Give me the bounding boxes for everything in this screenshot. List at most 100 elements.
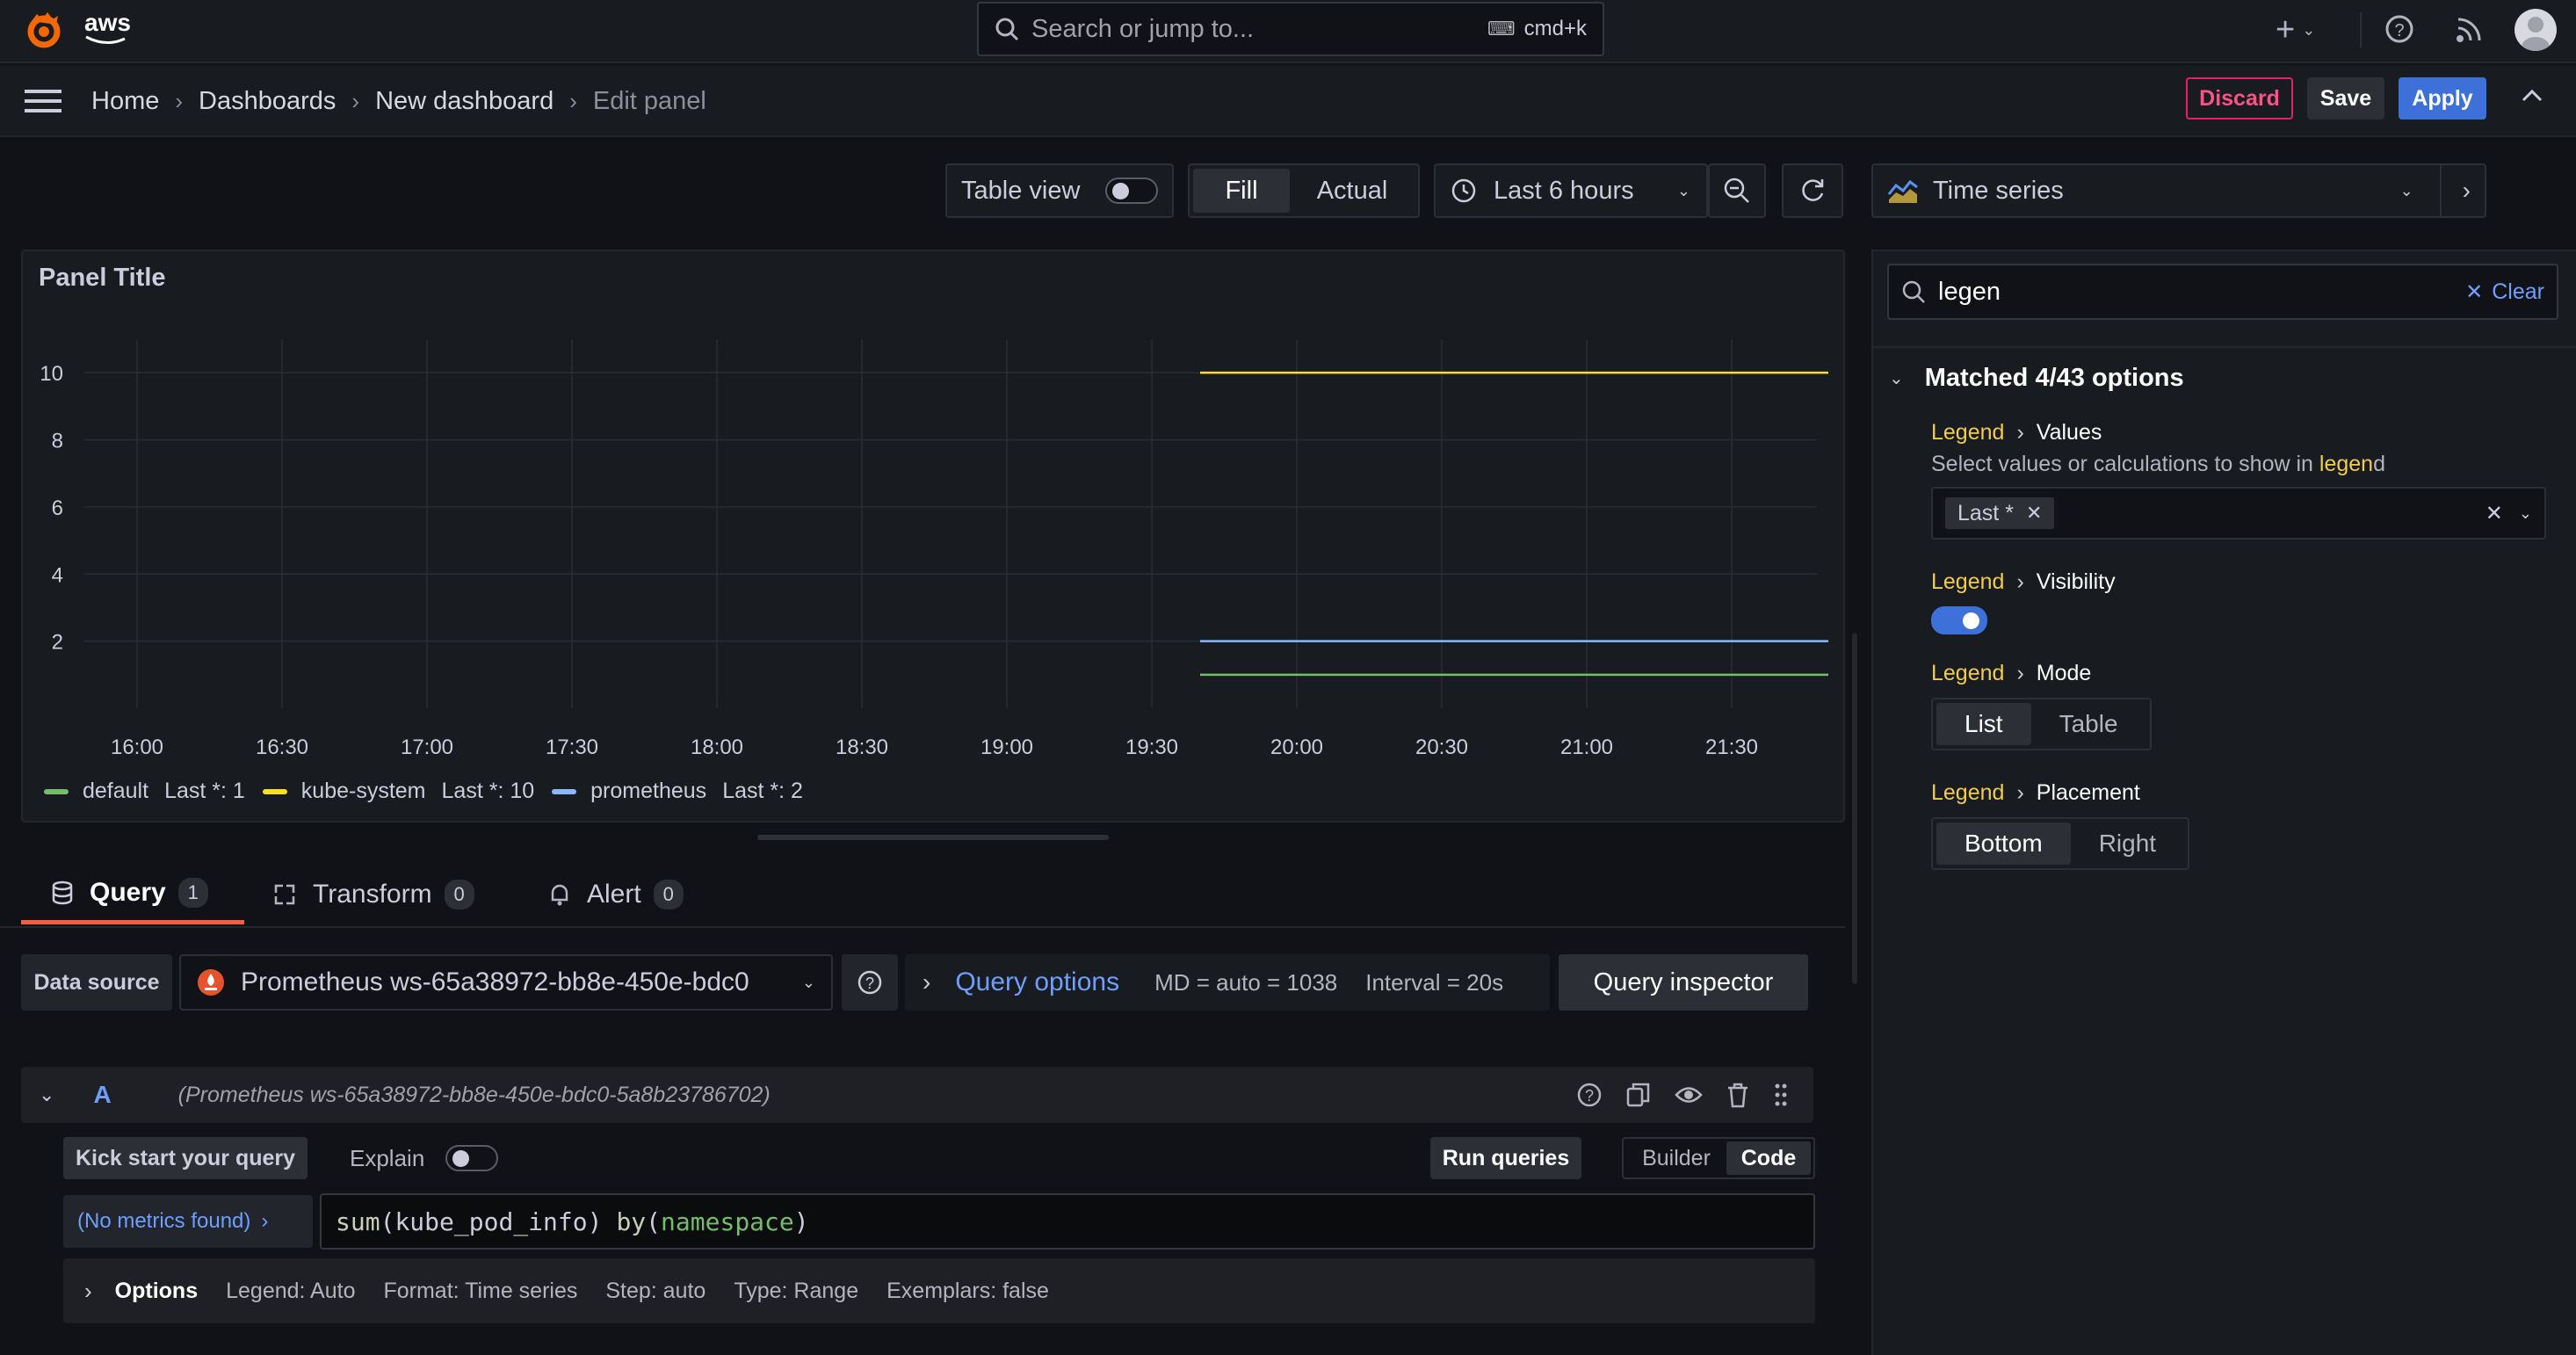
chevron-right-icon: › bbox=[261, 1209, 269, 1233]
apply-button[interactable]: Apply bbox=[2399, 77, 2486, 120]
legend-item-default[interactable]: default Last *: 1 bbox=[44, 779, 245, 804]
option-legend: Legend: Auto bbox=[226, 1278, 356, 1303]
legend-item-kube-system[interactable]: kube-system Last *: 10 bbox=[262, 779, 534, 804]
chevron-down-icon[interactable]: ⌄ bbox=[2519, 504, 2532, 523]
legend-values-description: Select values or calculations to show in… bbox=[1931, 452, 2385, 477]
visualization-picker[interactable]: Time series ⌄ › bbox=[1871, 163, 2486, 218]
tab-transform-label: Transform bbox=[313, 880, 432, 909]
pane-splitter[interactable] bbox=[1852, 633, 1857, 984]
chevron-down-icon[interactable]: ⌄ bbox=[2302, 21, 2315, 40]
menu-hamburger-icon[interactable] bbox=[25, 88, 62, 114]
add-icon[interactable]: + bbox=[2276, 13, 2295, 47]
user-avatar[interactable] bbox=[2514, 9, 2557, 51]
time-series-icon bbox=[1887, 179, 1918, 203]
zoom-out-button[interactable] bbox=[1708, 163, 1766, 218]
clear-all-icon[interactable]: ✕ bbox=[2486, 501, 2503, 526]
query-paren-close: ) bbox=[587, 1206, 603, 1236]
explain-toggle[interactable]: Explain bbox=[350, 1141, 499, 1176]
x-tick-label: 17:30 bbox=[546, 735, 598, 759]
data-source-help-button[interactable]: ? bbox=[842, 954, 898, 1011]
query-paren-open: ( bbox=[380, 1206, 395, 1236]
legend-values-select[interactable]: Last * ✕ ✕ ⌄ bbox=[1931, 487, 2546, 540]
option-format: Format: Time series bbox=[383, 1278, 578, 1303]
remove-chip-icon[interactable]: ✕ bbox=[2026, 502, 2042, 525]
query-options-bar[interactable]: › Query options MD = auto = 1038 Interva… bbox=[905, 954, 1550, 1011]
time-range-picker[interactable]: Last 6 hours ⌄ bbox=[1434, 163, 1708, 218]
table-view-switch[interactable] bbox=[1105, 178, 1158, 204]
query-options-interval: Interval = 20s bbox=[1365, 968, 1504, 996]
table-view-toggle[interactable]: Table view bbox=[945, 163, 1174, 218]
clear-icon[interactable]: ✕ bbox=[2465, 279, 2483, 305]
search-shortcut: cmd+k bbox=[1523, 17, 1587, 40]
mode-table-option[interactable]: Table bbox=[2031, 703, 2146, 745]
chevron-right-icon[interactable]: › bbox=[2463, 177, 2471, 205]
actual-option[interactable]: Actual bbox=[1290, 169, 1415, 213]
legend-visibility-title: Legend › Visibility bbox=[1931, 569, 2116, 595]
collapse-chevron-icon[interactable]: ⌄ bbox=[39, 1083, 54, 1106]
rss-news-icon[interactable] bbox=[2455, 16, 2483, 44]
drag-handle-icon[interactable] bbox=[1773, 1082, 1789, 1108]
chevron-down-icon: ⌄ bbox=[1676, 181, 1690, 199]
help-icon[interactable]: ? bbox=[2384, 14, 2414, 44]
data-source-name: Prometheus ws-65a38972-bb8e-450e-bdc0 bbox=[241, 967, 749, 996]
chevron-down-icon: ⌄ bbox=[1889, 368, 1904, 388]
trash-icon[interactable] bbox=[1726, 1082, 1750, 1108]
chevron-down-icon: ⌄ bbox=[801, 973, 815, 991]
fill-option[interactable]: Fill bbox=[1193, 169, 1290, 213]
x-tick-label: 16:00 bbox=[111, 735, 163, 759]
query-inspector-button[interactable]: Query inspector bbox=[1559, 954, 1808, 1011]
discard-button[interactable]: Discard bbox=[2186, 77, 2293, 120]
query-code-input[interactable]: sum(kube_pod_info) by(namespace) bbox=[320, 1193, 1815, 1250]
refresh-button[interactable] bbox=[1782, 163, 1843, 218]
save-button[interactable]: Save bbox=[2307, 77, 2384, 120]
breadcrumb-home[interactable]: Home bbox=[91, 87, 159, 116]
query-ref-id[interactable]: A bbox=[93, 1081, 111, 1109]
query-options-row[interactable]: › Options Legend: Auto Format: Time seri… bbox=[63, 1258, 1815, 1323]
chevron-right-icon: › bbox=[2016, 780, 2024, 805]
search-input[interactable]: Search or jump to... ⌨ cmd+k bbox=[977, 2, 1604, 56]
legend-word: Legend bbox=[1931, 780, 2005, 805]
legend-swatch bbox=[552, 788, 577, 794]
clear-search-button[interactable]: Clear bbox=[2492, 279, 2544, 305]
kick-start-button[interactable]: Kick start your query bbox=[63, 1137, 308, 1179]
legend-placement-radio: Bottom Right bbox=[1931, 817, 2190, 870]
help-icon[interactable]: ? bbox=[1576, 1082, 1603, 1108]
tab-transform[interactable]: Transform 0 bbox=[272, 865, 474, 924]
legend-series-value: Last *: 1 bbox=[164, 779, 245, 803]
builder-option[interactable]: Builder bbox=[1626, 1141, 1726, 1175]
legend-item-prometheus[interactable]: prometheus Last *: 2 bbox=[552, 779, 803, 804]
legend-mode-title: Legend › Mode bbox=[1931, 661, 2091, 686]
run-queries-button[interactable]: Run queries bbox=[1430, 1137, 1581, 1179]
mode-list-option[interactable]: List bbox=[1936, 703, 2031, 745]
placement-right-option[interactable]: Right bbox=[2071, 822, 2184, 865]
x-tick-label: 19:00 bbox=[980, 735, 1033, 759]
legend-word: Legend bbox=[1931, 569, 2005, 594]
duplicate-icon[interactable] bbox=[1625, 1082, 1652, 1108]
explain-switch[interactable] bbox=[445, 1145, 499, 1171]
data-source-picker[interactable]: Prometheus ws-65a38972-bb8e-450e-bdc0 ⌄ bbox=[179, 954, 833, 1011]
code-option[interactable]: Code bbox=[1726, 1141, 1811, 1175]
breadcrumb-new-dashboard[interactable]: New dashboard bbox=[375, 87, 554, 116]
legend-visibility-switch[interactable] bbox=[1931, 606, 1987, 634]
matched-options-header[interactable]: ⌄ Matched 4/43 options bbox=[1889, 360, 2184, 395]
svg-text:?: ? bbox=[865, 975, 874, 992]
builder-code-switch: Builder Code bbox=[1622, 1137, 1815, 1179]
time-series-chart[interactable]: 16:00 16:30 17:00 17:30 18:00 18:30 19:00 19:30… bbox=[23, 251, 1847, 824]
visibility-title: Visibility bbox=[2036, 569, 2116, 594]
tab-alert[interactable]: Alert 0 bbox=[548, 865, 684, 924]
eye-icon[interactable] bbox=[1675, 1082, 1703, 1108]
panel-resize-handle[interactable] bbox=[757, 835, 1109, 840]
options-search-input[interactable]: legen ✕ Clear bbox=[1887, 264, 2558, 320]
search-icon bbox=[995, 18, 1019, 41]
metrics-browser-button[interactable]: (No metrics found) › bbox=[63, 1195, 313, 1248]
search-placeholder: Search or jump to... bbox=[1031, 14, 1255, 43]
collapse-up-icon[interactable] bbox=[2522, 88, 2543, 102]
grafana-logo-icon[interactable] bbox=[23, 9, 65, 51]
placement-bottom-option[interactable]: Bottom bbox=[1936, 822, 2071, 865]
tab-query-count: 1 bbox=[177, 877, 208, 908]
time-range-label: Last 6 hours bbox=[1494, 176, 1634, 205]
x-tick-label: 18:30 bbox=[836, 735, 888, 759]
values-chip-label: Last * bbox=[1957, 500, 2014, 525]
tab-query[interactable]: Query 1 bbox=[21, 865, 244, 924]
breadcrumb-dashboards[interactable]: Dashboards bbox=[199, 87, 336, 116]
